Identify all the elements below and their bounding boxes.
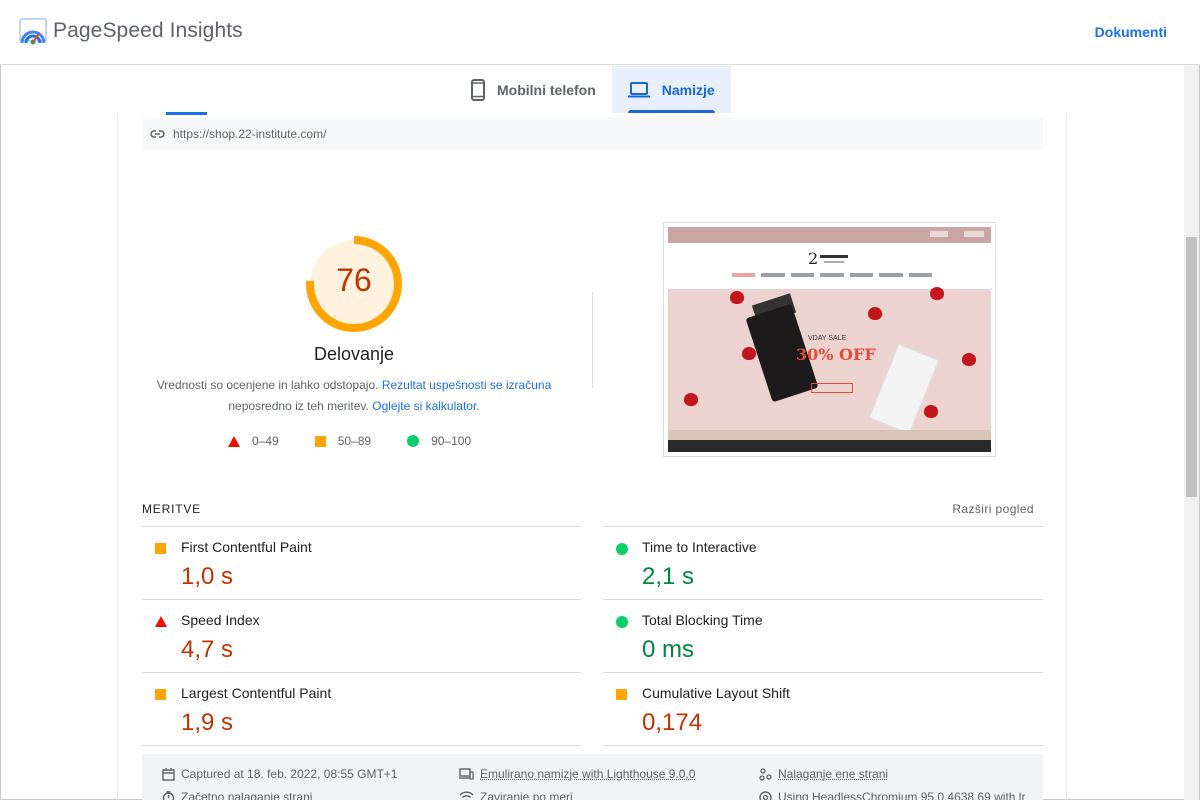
score-note: Vrednosti so ocenjene in lahko odstopajo… (154, 375, 554, 417)
info-initial-load-text: Začetno nalaganje strani (181, 790, 312, 800)
metric-name: Speed Index (181, 612, 260, 628)
info-throttling-text: Zaviranje po meri (480, 790, 573, 800)
pagespeed-logo-icon (19, 18, 47, 46)
score-note-text-1: Vrednosti so ocenjene in lahko odstopajo… (157, 378, 379, 392)
performance-title: Delovanje (154, 344, 554, 365)
poor-triangle-icon (155, 616, 167, 627)
docs-link[interactable]: Dokumenti (1095, 24, 1167, 40)
device-icon (459, 768, 474, 780)
info-initial-load[interactable]: Začetno nalaganje strani (162, 790, 312, 800)
legend-average: 50–89 (315, 434, 371, 448)
preview-bottom (668, 430, 991, 452)
preview-nav: 2 (668, 243, 991, 289)
metric-cumulative-layout-shift: Cumulative Layout Shift 0,174 (603, 673, 1043, 746)
metric-value: 0,174 (642, 709, 702, 737)
info-throttling[interactable]: Zaviranje po meri (459, 790, 573, 800)
metric-total-blocking-time: Total Blocking Time 0 ms (603, 600, 1043, 673)
good-circle-icon (616, 616, 628, 628)
expand-view-toggle[interactable]: Razširi pogled (952, 502, 1034, 516)
score-note-text-2: neposredno iz teh meritev. (228, 399, 369, 413)
scroll-indicator (166, 112, 207, 115)
top-header: PageSpeed Insights Dokumenti (0, 0, 1200, 65)
info-browser-text: Using HeadlessChromium 95.0.4638.69 with… (778, 790, 1025, 800)
legend-good: 90–100 (407, 434, 471, 448)
score-legend: 0–49 50–89 90–100 (228, 434, 507, 448)
calendar-icon (162, 768, 175, 781)
info-captured: Captured at 18. feb. 2022, 08:55 GMT+1 (162, 767, 397, 781)
preview-hero: VDAY SALE 30% OFF (668, 289, 991, 430)
info-captured-text: Captured at 18. feb. 2022, 08:55 GMT+1 (181, 767, 397, 781)
calculator-link[interactable]: Oglejte si kalkulator. (372, 399, 479, 413)
metrics-heading: MERITVE (142, 502, 201, 516)
legend-poor: 0–49 (228, 434, 279, 448)
tab-mobile-label: Mobilni telefon (497, 82, 596, 98)
preview-sale-amount: 30% OFF (796, 345, 876, 364)
preview-logo-icon: 2 (806, 249, 850, 267)
tab-desktop-label: Namizje (662, 82, 715, 98)
legend-good-label: 90–100 (431, 434, 471, 448)
info-emulated[interactable]: Emulirano namizje with Lighthouse 9.0.0 (459, 767, 695, 781)
page-screenshot-preview: 2 VDAY SALE 30% OFF (663, 222, 996, 457)
run-info-panel: Captured at 18. feb. 2022, 08:55 GMT+1 E… (142, 754, 1043, 800)
timer-icon (162, 791, 175, 800)
average-square-icon (155, 543, 166, 554)
performance-score: 76 (304, 262, 404, 299)
info-browser: Using HeadlessChromium 95.0.4638.69 with… (759, 790, 1025, 800)
legend-average-label: 50–89 (338, 434, 371, 448)
brand-title: PageSpeed Insights (53, 19, 243, 43)
legend-poor-label: 0–49 (252, 434, 279, 448)
metric-value: 1,0 s (181, 563, 233, 591)
metric-value: 1,9 s (181, 709, 233, 737)
metric-value: 4,7 s (181, 636, 233, 664)
poor-triangle-icon (228, 436, 240, 447)
metric-value: 2,1 s (642, 563, 694, 591)
tab-mobile[interactable]: Mobilni telefon (455, 66, 612, 113)
tab-desktop[interactable]: Namizje (612, 66, 731, 113)
device-tabs: Mobilni telefon Namizje (455, 66, 731, 113)
good-circle-icon (407, 435, 419, 447)
phone-icon (471, 79, 485, 101)
metric-name: First Contentful Paint (181, 539, 312, 555)
metric-first-contentful-paint: First Contentful Paint 1,0 s (142, 527, 581, 600)
link-icon (150, 130, 165, 138)
nodes-icon (759, 768, 772, 781)
browser-icon (759, 791, 772, 800)
info-emulated-text: Emulirano namizje with Lighthouse 9.0.0 (480, 767, 695, 781)
metric-name: Total Blocking Time (642, 612, 763, 628)
preview-sale-line: VDAY SALE (808, 335, 846, 342)
average-square-icon (315, 436, 326, 447)
preview-topbar (668, 227, 991, 243)
laptop-icon (628, 82, 650, 98)
vertical-divider (592, 292, 593, 388)
metric-name: Time to Interactive (642, 539, 757, 555)
info-single-page-text: Nalaganje ene strani (778, 767, 888, 781)
metrics-header: MERITVE Razširi pogled (142, 500, 1043, 526)
metric-largest-contentful-paint: Largest Contentful Paint 1,9 s (142, 673, 581, 746)
good-circle-icon (616, 543, 628, 555)
preview-image: 2 VDAY SALE 30% OFF (668, 227, 991, 452)
average-square-icon (155, 689, 166, 700)
metric-name: Largest Contentful Paint (181, 685, 331, 701)
metric-time-to-interactive: Time to Interactive 2,1 s (603, 527, 1043, 600)
tested-url-bar: https://shop.22-institute.com/ (142, 117, 1043, 150)
metric-value: 0 ms (642, 636, 694, 664)
scrollbar-thumb[interactable] (1186, 237, 1197, 497)
average-square-icon (616, 689, 627, 700)
metric-speed-index: Speed Index 4,7 s (142, 600, 581, 673)
info-single-page[interactable]: Nalaganje ene strani (759, 767, 888, 781)
tested-url: https://shop.22-institute.com/ (173, 127, 326, 141)
metric-name: Cumulative Layout Shift (642, 685, 790, 701)
svg-text:2: 2 (808, 249, 818, 267)
wifi-icon (459, 791, 474, 800)
score-calculation-link[interactable]: Rezultat uspešnosti se izračuna (382, 378, 551, 392)
preview-menu (732, 273, 932, 278)
preview-sale-button (811, 383, 853, 393)
